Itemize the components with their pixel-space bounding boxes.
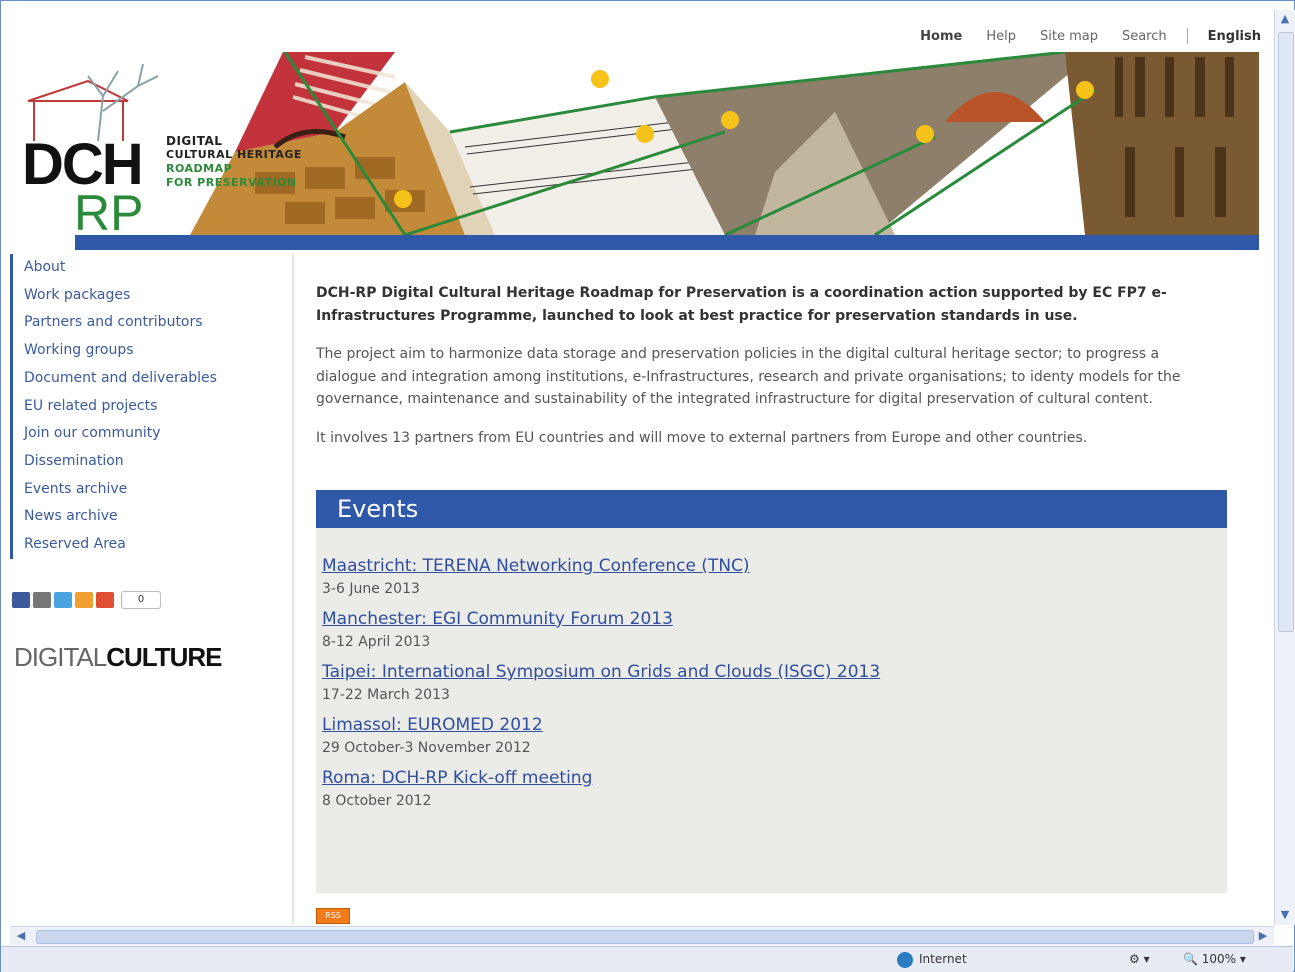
nav-home[interactable]: Home <box>920 29 962 44</box>
sidebar-item-news-archive[interactable]: News archive <box>24 503 280 531</box>
digital-culture-logo-b: CULTURE <box>106 642 222 672</box>
zoom-level: 100% <box>1201 952 1237 966</box>
print-icon[interactable] <box>33 592 51 608</box>
facebook-icon[interactable] <box>12 592 30 608</box>
event-date: 29 October-3 November 2012 <box>322 740 531 756</box>
sidebar-item-events-archive[interactable]: Events archive <box>24 476 280 504</box>
rss-feed-button[interactable]: RSS <box>316 908 350 924</box>
event-item: Limassol: EUROMED 2012 29 October-3 Nove… <box>322 715 1227 756</box>
zone-label: Internet <box>919 952 967 966</box>
logo-line2: CULTURAL HERITAGE <box>166 148 302 161</box>
event-date: 8-12 April 2013 <box>322 634 431 650</box>
events-heading: Events <box>316 490 1227 528</box>
aim-paragraph: The project aim to harmonize data storag… <box>316 346 1181 407</box>
scroll-right-icon[interactable]: ▶ <box>1256 929 1270 943</box>
event-item: Manchester: EGI Community Forum 2013 8-1… <box>322 609 1227 650</box>
logo-rp: RP <box>74 185 144 241</box>
digital-culture-logo-a: DIGITAL <box>14 642 107 672</box>
sidebar-item-about[interactable]: About <box>24 254 280 282</box>
top-nav: Home Help Site map Search English <box>896 27 1261 45</box>
globe-icon <box>897 951 913 968</box>
sidebar-item-documents[interactable]: Document and deliverables <box>24 365 280 393</box>
nav-help[interactable]: Help <box>986 29 1016 44</box>
zone-indicator: Internet <box>897 951 967 968</box>
main-content: DCH-RP Digital Cultural Heritage Roadmap… <box>316 282 1221 449</box>
event-date: 8 October 2012 <box>322 793 432 809</box>
horizontal-scrollbar[interactable]: ◀ ▶ <box>10 926 1274 945</box>
sidebar-item-working-groups[interactable]: Working groups <box>24 337 280 365</box>
dch-rp-logo[interactable]: DCH RP DIGITAL CULTURAL HERITAGE ROADMAP… <box>18 56 318 238</box>
scroll-left-icon[interactable]: ◀ <box>14 929 28 943</box>
intro-paragraph: DCH-RP Digital Cultural Heritage Roadmap… <box>316 285 1167 324</box>
vertical-scroll-thumb[interactable] <box>1278 32 1294 632</box>
event-item: Roma: DCH-RP Kick-off meeting 8 October … <box>322 768 1227 809</box>
event-title-link[interactable]: Limassol: EUROMED 2012 <box>322 715 1227 735</box>
sidebar-item-dissemination[interactable]: Dissemination <box>24 448 280 476</box>
logo-line1: DIGITAL <box>166 134 223 148</box>
event-item: Maastricht: TERENA Networking Conference… <box>322 556 1227 597</box>
logo-line4: FOR PRESERVATION <box>166 176 297 189</box>
share-toolbar: 0 <box>12 591 161 609</box>
digital-culture-logo[interactable]: DIGITAL CULTURE <box>14 642 222 673</box>
events-panel: Events Maastricht: TERENA Networking Con… <box>316 490 1227 893</box>
sidebar-item-work-packages[interactable]: Work packages <box>24 282 280 310</box>
status-bar: Internet ⚙ ▾ 🔍 100% ▾ <box>1 946 1293 972</box>
event-title-link[interactable]: Maastricht: TERENA Networking Conference… <box>322 556 1227 576</box>
twitter-icon[interactable] <box>54 592 72 608</box>
sidebar-item-partners[interactable]: Partners and contributors <box>24 309 280 337</box>
event-title-link[interactable]: Taipei: International Symposium on Grids… <box>322 662 1227 682</box>
partners-paragraph: It involves 13 partners from EU countrie… <box>316 429 1088 446</box>
protected-mode-icon[interactable]: ⚙ ▾ <box>1129 951 1150 968</box>
nav-separator <box>1186 28 1188 44</box>
nav-search[interactable]: Search <box>1122 29 1167 44</box>
logo-line3: ROADMAP <box>166 162 233 175</box>
event-date: 3-6 June 2013 <box>322 581 420 597</box>
addthis-plus-icon[interactable] <box>96 592 114 608</box>
event-title-link[interactable]: Roma: DCH-RP Kick-off meeting <box>322 768 1227 788</box>
scroll-down-icon[interactable]: ▼ <box>1278 908 1292 922</box>
event-title-link[interactable]: Manchester: EGI Community Forum 2013 <box>322 609 1227 629</box>
chevron-down-icon: ▾ <box>1239 952 1246 966</box>
sidebar-nav: About Work packages Partners and contrib… <box>10 254 280 559</box>
nav-site-map[interactable]: Site map <box>1040 29 1098 44</box>
event-date: 17-22 March 2013 <box>322 687 450 703</box>
zoom-control[interactable]: 🔍 100% ▾ <box>1183 951 1246 968</box>
vertical-scrollbar[interactable]: ▲ ▼ <box>1274 10 1295 925</box>
sidebar: About Work packages Partners and contrib… <box>10 254 280 672</box>
zoom-icon: 🔍 <box>1183 952 1198 966</box>
sidebar-item-join-community[interactable]: Join our community <box>24 420 280 448</box>
share-count: 0 <box>121 591 161 609</box>
event-item: Taipei: International Symposium on Grids… <box>322 662 1227 703</box>
scroll-up-icon[interactable]: ▲ <box>1278 12 1292 26</box>
sidebar-item-eu-projects[interactable]: EU related projects <box>24 393 280 421</box>
column-divider <box>292 254 294 924</box>
email-icon[interactable] <box>75 592 93 608</box>
horizontal-scroll-thumb[interactable] <box>36 930 1254 944</box>
sidebar-item-reserved-area[interactable]: Reserved Area <box>24 531 280 559</box>
nav-language[interactable]: English <box>1208 29 1261 44</box>
